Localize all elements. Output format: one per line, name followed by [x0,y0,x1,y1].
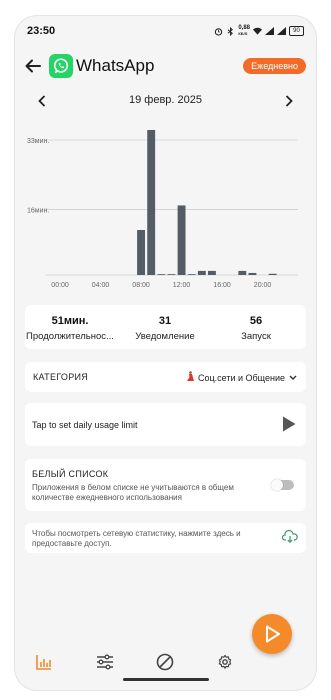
chart-bar [248,272,257,275]
usage-chart: 33мин. 16мин. 00:00 04:00 08:00 12:00 16:00 20:… [25,123,306,310]
chart-bar [268,273,277,275]
whitelist-row: БЕЛЫЙ СПИСОК Приложения в белом списке н… [25,459,306,511]
category-selector[interactable]: Соц.сети и Общение [186,371,298,384]
signal-icon [265,27,274,36]
chart-bar [238,270,247,275]
network-stats-text: Чтобы посмотреть сетевую статистику, наж… [32,529,241,548]
battery-icon: 90 [289,26,304,36]
whatsapp-logo-icon [49,54,73,78]
stat-duration: 51мин. Продолжительнос... [25,315,115,342]
chart-bar [177,205,186,275]
x-tick-label: 16:00 [213,282,231,289]
signal-2-icon [277,27,286,36]
alarm-icon [214,27,223,36]
stat-label: Продолжительнос... [26,331,114,342]
nav-block[interactable] [155,652,175,672]
status-bar: 23:50 0,88 КБ/S 90 [15,16,316,48]
status-time: 23:50 [27,25,56,37]
app-screen: 23:50 0,88 КБ/S 90 WhatsApp Ежедневно 19… [15,16,316,690]
chart-bar [187,274,196,275]
x-tick-label: 12:00 [173,282,191,289]
sliders-icon [97,654,113,670]
stat-label: Уведомление [135,331,195,342]
bottom-navigation [15,642,316,690]
category-value: Соц.сети и Общение [197,372,285,383]
chart-bar [197,270,206,275]
chart-bar [207,270,216,275]
phone-frame: 23:50 0,88 КБ/S 90 WhatsApp Ежедневно 19… [0,0,331,700]
nav-stats[interactable] [34,652,54,672]
toggle-knob [271,479,283,491]
block-icon [156,653,174,671]
nav-settings-sliders[interactable] [95,652,115,672]
stat-value: 56 [249,315,263,327]
x-tick-label: 00:00 [51,282,69,289]
whitelist-description: Приложения в белом списке не учитываются… [32,483,234,502]
next-day-button[interactable] [280,92,298,110]
stat-notifications: 31 Уведомление [120,315,210,342]
frequency-badge[interactable]: Ежедневно [243,58,306,74]
stat-value: 31 [158,315,172,327]
x-tick-label: 20:00 [254,282,272,289]
chart-bar [147,123,156,276]
cloud-download-icon [282,530,298,544]
nav-settings[interactable] [215,652,235,672]
date-navigation: 19 февр. 2025 [15,90,316,112]
category-label: КАТЕГОРИЯ [33,372,89,382]
stat-value: 51мин. [51,315,89,327]
play-outline-icon [266,625,280,643]
category-row[interactable]: КАТЕГОРИЯ Соц.сети и Общение [25,362,306,392]
stats-icon [36,655,51,670]
x-tick-label: 08:00 [132,282,150,289]
chevron-right-icon [285,95,293,107]
app-title: WhatsApp [76,56,155,75]
usage-chart-svg: 33мин. 16мин. 00:00 04:00 08:00 12:00 16:00 20:… [27,123,298,289]
network-speed: 0,88 КБ/S [238,25,250,36]
chart-bar [167,274,176,275]
home-indicator [123,678,209,681]
stat-label: Запуск [241,331,271,342]
wifi-icon [253,27,262,36]
app-header: WhatsApp Ежедневно [15,52,316,82]
back-button[interactable] [23,56,43,76]
network-stats-row[interactable]: Чтобы посмотреть сетевую статистику, наж… [25,523,306,553]
chart-bar [157,274,166,275]
x-tick-label: 04:00 [92,282,110,289]
arrow-left-icon [25,59,41,73]
y-tick-label: 33мин. [27,138,49,145]
bluetooth-icon [226,26,235,36]
usage-limit-label: Tap to set daily usage limit [32,420,138,430]
stat-launches: 56 Запуск [211,315,301,342]
chart-bar [137,230,146,275]
whitelist-title: БЕЛЫЙ СПИСОК [32,469,109,479]
gear-icon [218,654,232,669]
usage-limit-row[interactable]: Tap to set daily usage limit [25,403,306,446]
play-icon[interactable] [282,416,296,432]
current-date: 19 февр. 2025 [128,94,202,106]
whitelist-toggle[interactable] [271,479,294,491]
dancer-emoji-icon [186,371,195,384]
y-tick-label: 16мин. [27,208,49,215]
stats-card: 51мин. Продолжительнос... 31 Уведомление… [25,305,306,349]
status-icons: 0,88 КБ/S 90 [214,25,304,36]
chevron-down-icon [289,375,297,380]
